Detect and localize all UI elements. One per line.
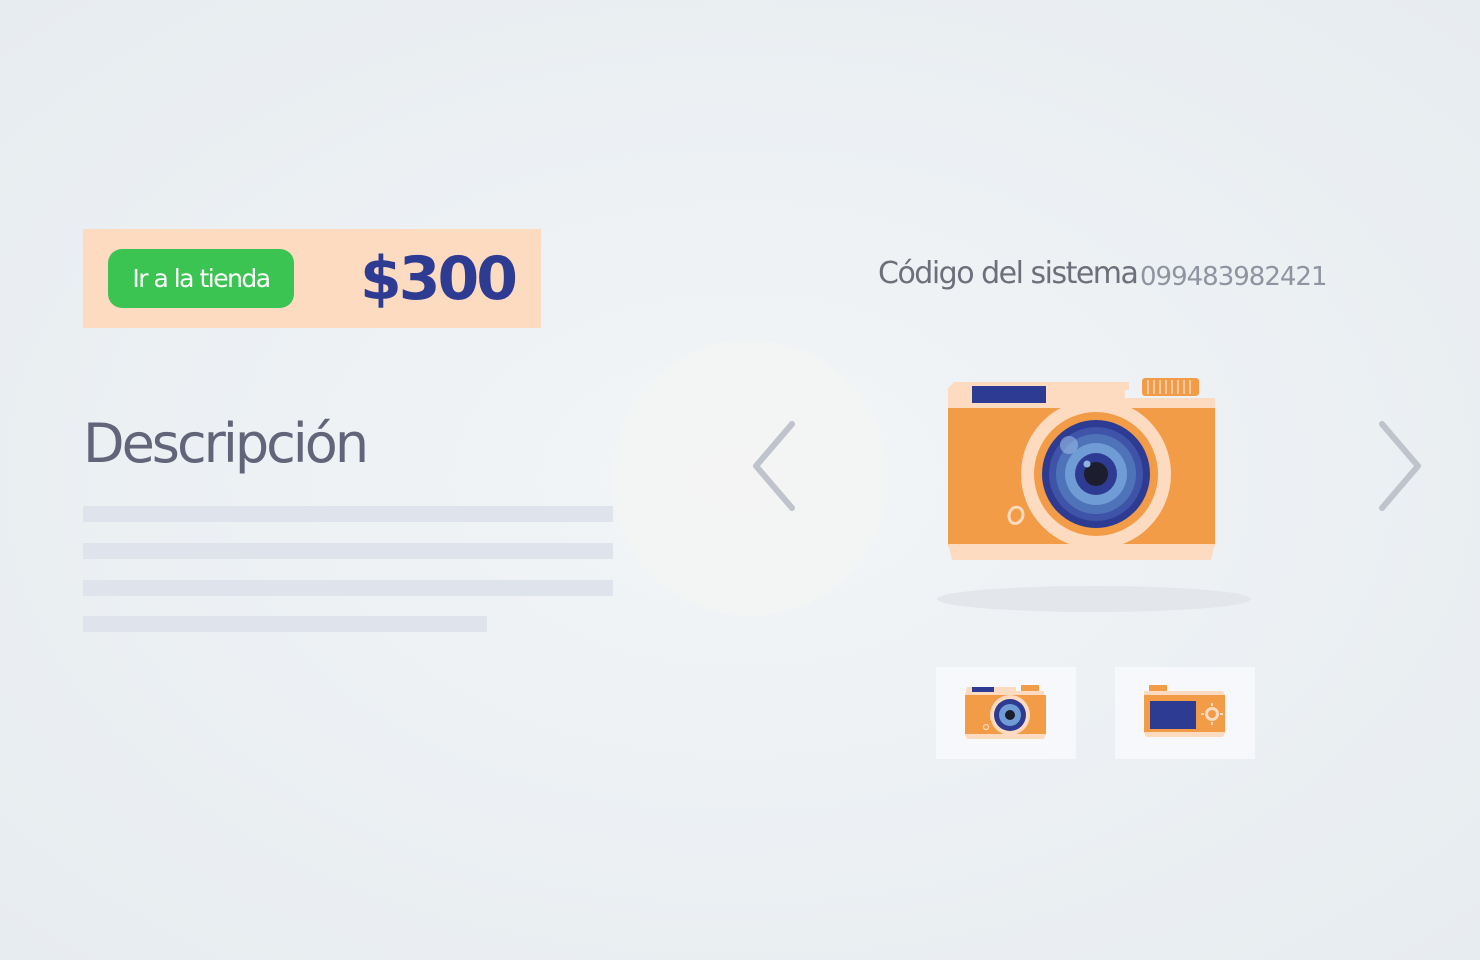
gallery-next-button[interactable]	[1372, 418, 1428, 518]
gallery-prev-button[interactable]	[748, 418, 804, 518]
description-placeholder-line	[83, 580, 613, 596]
system-code-value: 099483982421	[1140, 262, 1328, 292]
price-label: $300	[360, 243, 518, 314]
thumbnail-front[interactable]	[936, 667, 1076, 759]
description-placeholder-line	[83, 543, 613, 559]
camera-front-icon	[965, 685, 1046, 739]
description-placeholder-line	[83, 506, 613, 522]
thumbnail-back[interactable]	[1115, 667, 1255, 759]
store-button[interactable]: Ir a la tienda	[108, 249, 294, 308]
chevron-right-icon	[1379, 421, 1421, 511]
price-bar: Ir a la tienda $300	[83, 229, 541, 328]
product-main-image	[935, 370, 1255, 624]
description-placeholder-line	[83, 616, 487, 632]
description-title: Descripción	[83, 412, 369, 475]
camera-front-icon	[937, 378, 1251, 612]
chevron-left-icon	[753, 421, 795, 511]
camera-back-icon	[1144, 685, 1225, 737]
system-code-label: Código del sistema	[878, 256, 1139, 291]
